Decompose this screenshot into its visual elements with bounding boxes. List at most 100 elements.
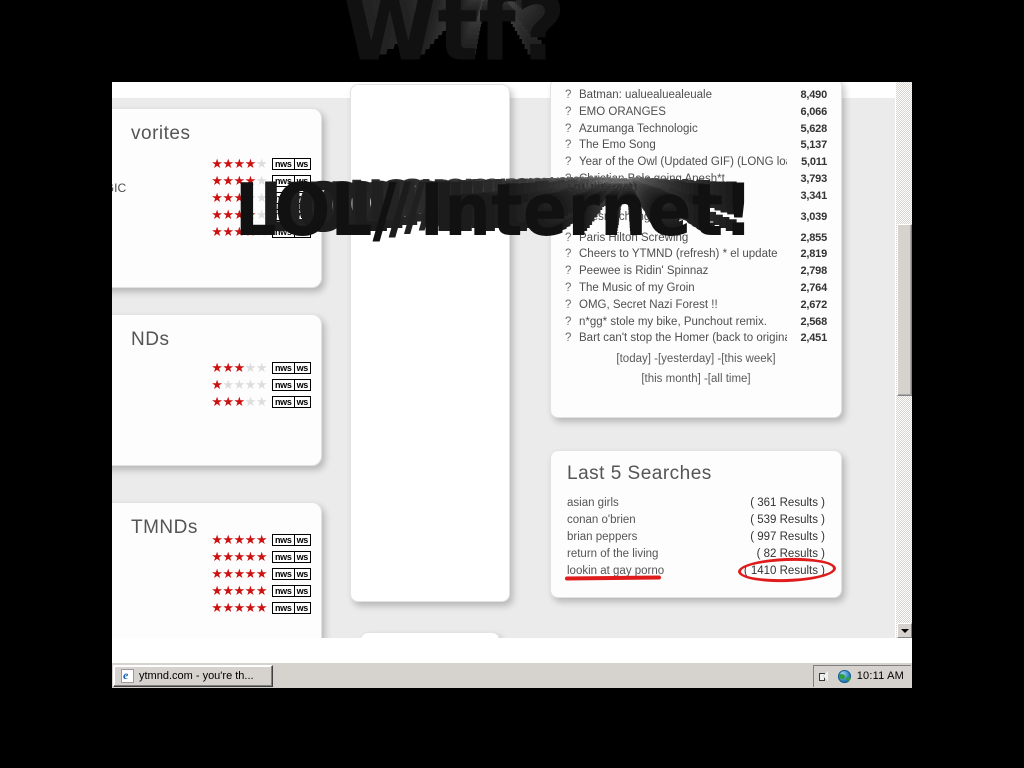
star-rating[interactable]: ★★★★★: [211, 567, 267, 580]
top-viewed-row[interactable]: ? n*gg* stole my bike, Punchout remix. 2,5…: [565, 314, 827, 331]
nws-ws-badge[interactable]: nws ws: [271, 225, 311, 238]
search-row[interactable]: brian peppers ( 997 Results ): [567, 529, 825, 546]
ws-badge-label: ws: [294, 550, 311, 563]
windows-taskbar: ytmnd.com - you're th... 10:11 AM: [112, 662, 912, 688]
page-viewport: vorites T SAY THE MAGIC redator ★★★★★nws…: [112, 82, 912, 638]
panel-top-viewed: ? Batman: ualuealuealeuale 8,490? EMO ORANG…: [550, 82, 842, 418]
star-rating[interactable]: ★★★★★: [211, 550, 267, 563]
top-viewed-row[interactable]: ? EMO ORANGES 6,066: [565, 104, 827, 121]
star-rating[interactable]: ★★★★★: [211, 584, 267, 597]
top-viewed-row-name[interactable]: EMO ORANGES: [579, 104, 787, 121]
top-viewed-row[interactable]: ? Year of the Owl (Updated GIF) (LONG loa…: [565, 154, 827, 171]
desktop-background: vorites T SAY THE MAGIC redator ★★★★★nws…: [0, 0, 1024, 768]
top-viewed-row[interactable]: ? Azumanga Technologic 5,628: [565, 121, 827, 138]
top-viewed-row[interactable]: ? OMG, Secret Nazi Forest !! 2,672: [565, 297, 827, 314]
zoom-text-layer: Wtf?: [405, 0, 534, 36]
star-rating[interactable]: ★★★★★: [211, 157, 267, 170]
taskbar-clock[interactable]: 10:11 AM: [857, 670, 904, 682]
nws-ws-badge[interactable]: nws ws: [271, 395, 311, 408]
top-viewed-row-name[interactable]: Year of the Owl (Updated GIF) (LONG load…: [579, 154, 787, 171]
nds-title: NDs: [131, 329, 170, 350]
favorites-item-label-1[interactable]: T SAY THE MAGIC: [112, 181, 126, 195]
search-term[interactable]: conan o'brien: [567, 512, 636, 529]
top-viewed-row-name[interactable]: The Music of my Groin: [579, 280, 787, 297]
top-viewed-row-name[interactable]: Bart can't stop the Homer (back to origi…: [579, 330, 787, 347]
star-rating[interactable]: ★★★★★: [211, 395, 267, 408]
zoom-text-layer: Wtf?: [270, 0, 690, 6]
top-viewed-row-views: 3,039: [800, 210, 827, 223]
rating-row: ★★★★★ nws ws: [211, 376, 311, 393]
nws-badge-label: nws: [271, 361, 295, 374]
search-row[interactable]: asian girls ( 361 Results ): [567, 495, 825, 512]
nws-ws-badge[interactable]: nws ws: [271, 533, 311, 546]
scrollbar-thumb[interactable]: [897, 224, 912, 396]
top-viewed-row-name[interactable]: , from Seinfeld: [579, 188, 787, 205]
star-rating[interactable]: ★★★★★: [211, 361, 267, 374]
search-row[interactable]: conan o'brien ( 539 Results ): [567, 512, 825, 529]
speaker-volume-icon[interactable]: [818, 670, 832, 682]
nws-ws-badge[interactable]: nws ws: [271, 208, 311, 221]
taskbar-button-browser[interactable]: ytmnd.com - you're th...: [113, 664, 273, 687]
vertical-scrollbar[interactable]: [895, 82, 912, 638]
question-mark-icon: ?: [565, 105, 572, 118]
nws-ws-badge[interactable]: nws ws: [271, 584, 311, 597]
top-viewed-footer-line2[interactable]: [this month] -[all time]: [551, 371, 841, 387]
top-viewed-row[interactable]: ? , from Seinfeld 3,341: [565, 188, 827, 205]
star-rating[interactable]: ★★★★★: [211, 174, 267, 187]
top-viewed-row-name[interactable]: The Emo Song: [579, 137, 787, 154]
top-viewed-footer-line1[interactable]: [today] -[yesterday] -[this week]: [551, 351, 841, 367]
nws-badge-label: nws: [271, 157, 295, 170]
top-viewed-row[interactable]: ? doesn't change facial 3,039: [565, 205, 827, 230]
search-term[interactable]: return of the living: [567, 546, 658, 563]
nws-ws-badge[interactable]: nws ws: [271, 361, 311, 374]
nws-ws-badge[interactable]: nws ws: [271, 567, 311, 580]
tray-globe-icon[interactable]: [837, 669, 851, 683]
top-viewed-row-views: 2,568: [800, 315, 827, 328]
top-viewed-row-name[interactable]: Peewee is Ridin' Spinnaz: [579, 263, 787, 280]
star-rating[interactable]: ★★★★★: [211, 225, 267, 238]
top-viewed-row-name[interactable]: Azumanga Technologic: [579, 121, 787, 138]
search-term[interactable]: asian girls: [567, 495, 619, 512]
top-viewed-row-views: 5,011: [801, 156, 827, 169]
top-viewed-row[interactable]: ? Christian Bale going Apesh*t 3,793: [565, 171, 827, 188]
star-rating[interactable]: ★★★★★: [211, 191, 267, 204]
top-viewed-row[interactable]: ? Batman: ualuealuealeuale 8,490: [565, 87, 827, 104]
top-viewed-row[interactable]: ? The Emo Song 5,137: [565, 137, 827, 154]
nws-badge-label: nws: [271, 550, 295, 563]
scroll-down-arrow-icon[interactable]: [897, 623, 912, 638]
rating-row: ★★★★★ nws ws: [211, 206, 311, 223]
star-rating[interactable]: ★★★★★: [211, 601, 267, 614]
favorites-title: vorites: [131, 123, 191, 144]
top-viewed-row-name[interactable]: Batman: ualuealuealeuale: [579, 87, 787, 104]
rating-row: ★★★★★ nws ws: [211, 172, 311, 189]
star-rating[interactable]: ★★★★★: [211, 378, 267, 391]
zoom-text-layer: Wtf?: [397, 0, 537, 40]
top-viewed-row[interactable]: ? Cheers to YTMND (refresh) * el update 2,…: [565, 246, 827, 263]
top-viewed-row[interactable]: ? Peewee is Ridin' Spinnaz 2,798: [565, 263, 827, 280]
star-rating[interactable]: ★★★★★: [211, 533, 267, 546]
nws-ws-badge[interactable]: nws ws: [271, 550, 311, 563]
nws-ws-badge[interactable]: nws ws: [271, 601, 311, 614]
question-mark-icon: ?: [565, 139, 572, 152]
top-viewed-row[interactable]: ? The Music of my Groin 2,764: [565, 280, 827, 297]
top-viewed-row[interactable]: ? Bart can't stop the Homer (back to orig…: [565, 330, 827, 347]
top-viewed-row-name[interactable]: Cheers to YTMND (refresh) * el update: [579, 246, 787, 263]
top-viewed-row-views: 2,819: [800, 248, 827, 261]
nws-ws-badge[interactable]: nws ws: [271, 174, 311, 187]
top-viewed-row-name[interactable]: n*gg* stole my bike, Punchout remix.: [579, 314, 787, 331]
top-viewed-row-name[interactable]: OMG, Secret Nazi Forest !!: [579, 297, 787, 314]
nws-ws-badge[interactable]: nws ws: [271, 157, 311, 170]
search-term[interactable]: brian peppers: [567, 529, 637, 546]
rating-row: ★★★★★ nws ws: [211, 582, 311, 599]
nws-badge-label: nws: [271, 208, 295, 221]
panel-bottom-partial: [360, 632, 500, 638]
taskbar-button-label: ytmnd.com - you're th...: [139, 669, 254, 682]
top-viewed-row-name[interactable]: doesn't change facial: [579, 205, 787, 230]
nws-ws-badge[interactable]: nws ws: [271, 191, 311, 204]
rating-row: ★★★★★ nws ws: [211, 599, 311, 616]
top-viewed-row[interactable]: ? Paris Hilton Screwing 2,855: [565, 230, 827, 247]
top-viewed-row-name[interactable]: Christian Bale going Apesh*t: [579, 171, 787, 188]
star-rating[interactable]: ★★★★★: [211, 208, 267, 221]
top-viewed-row-name[interactable]: Paris Hilton Screwing: [579, 230, 787, 247]
nws-ws-badge[interactable]: nws ws: [271, 378, 311, 391]
